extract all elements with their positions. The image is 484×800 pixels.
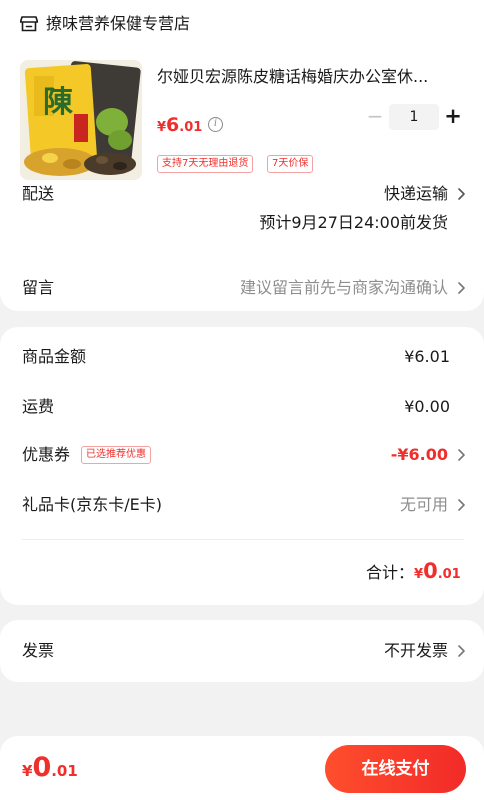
product-title[interactable]: 尔娅贝宏源陈皮糖话梅婚庆办公室休... bbox=[157, 66, 465, 88]
footer-price: ¥0.01 bbox=[22, 752, 78, 787]
coupon-value[interactable]: -¥6.00 bbox=[391, 444, 448, 466]
total-decimal: .01 bbox=[437, 567, 461, 582]
delivery-label: 配送 bbox=[22, 184, 55, 203]
shipping-value: ¥0.00 bbox=[404, 397, 450, 416]
tag-price-protection: 7天价保 bbox=[267, 155, 314, 173]
goods-amount-label: 商品金额 bbox=[22, 347, 87, 366]
chevron-right-icon[interactable] bbox=[456, 281, 466, 295]
divider bbox=[22, 539, 464, 540]
invoice-label: 发票 bbox=[22, 641, 55, 660]
shipping-label: 运费 bbox=[22, 397, 55, 416]
total-label: 合计： bbox=[366, 563, 415, 582]
coupon-badge: 已选推荐优惠 bbox=[81, 446, 151, 464]
product-image-text: 陳 bbox=[43, 85, 73, 120]
chevron-right-icon[interactable] bbox=[456, 644, 466, 658]
delivery-method[interactable]: 快递运输 bbox=[384, 183, 448, 205]
message-label: 留言 bbox=[22, 278, 55, 297]
pay-online-button[interactable]: 在线支付 bbox=[325, 745, 466, 793]
product-image[interactable]: 陳 bbox=[20, 60, 142, 180]
chevron-right-icon[interactable] bbox=[456, 498, 466, 512]
price-currency: ¥ bbox=[157, 120, 167, 135]
product-price: ¥6.01 bbox=[157, 112, 202, 141]
quantity-plus-button[interactable]: + bbox=[444, 104, 462, 128]
chevron-right-icon[interactable] bbox=[456, 448, 466, 462]
price-decimal: .01 bbox=[179, 120, 203, 135]
footer-price-integer: 0 bbox=[32, 752, 52, 783]
gift-card-label: 礼品卡(京东卡/E卡) bbox=[22, 495, 162, 514]
message-input[interactable]: 建议留言前先与商家沟通确认 bbox=[240, 277, 448, 299]
tag-return-policy: 支持7天无理由退货 bbox=[157, 155, 254, 173]
store-name[interactable]: 撩味营养保健专营店 bbox=[46, 14, 190, 34]
gift-card-value[interactable]: 无可用 bbox=[400, 494, 448, 516]
store-icon bbox=[20, 16, 38, 32]
delivery-eta: 预计9月27日24:00前发货 bbox=[259, 213, 448, 232]
total-integer: 0 bbox=[423, 559, 438, 583]
coupon-label: 优惠券 bbox=[22, 445, 71, 464]
goods-amount-value: ¥6.01 bbox=[404, 347, 450, 366]
bottom-bar: ¥0.01 在线支付 bbox=[0, 736, 484, 800]
total-currency: ¥ bbox=[414, 567, 424, 582]
info-icon[interactable]: i bbox=[208, 117, 223, 132]
total: 合计：¥0.01 bbox=[366, 558, 461, 588]
quantity-input[interactable]: 1 bbox=[389, 104, 439, 130]
chevron-right-icon[interactable] bbox=[456, 187, 466, 201]
product-photo: 陳 bbox=[20, 60, 142, 180]
price-integer: 6 bbox=[166, 114, 180, 136]
quantity-minus-button[interactable]: − bbox=[366, 106, 384, 126]
footer-price-currency: ¥ bbox=[22, 762, 33, 780]
footer-price-decimal: .01 bbox=[51, 762, 78, 780]
invoice-value[interactable]: 不开发票 bbox=[384, 640, 448, 662]
